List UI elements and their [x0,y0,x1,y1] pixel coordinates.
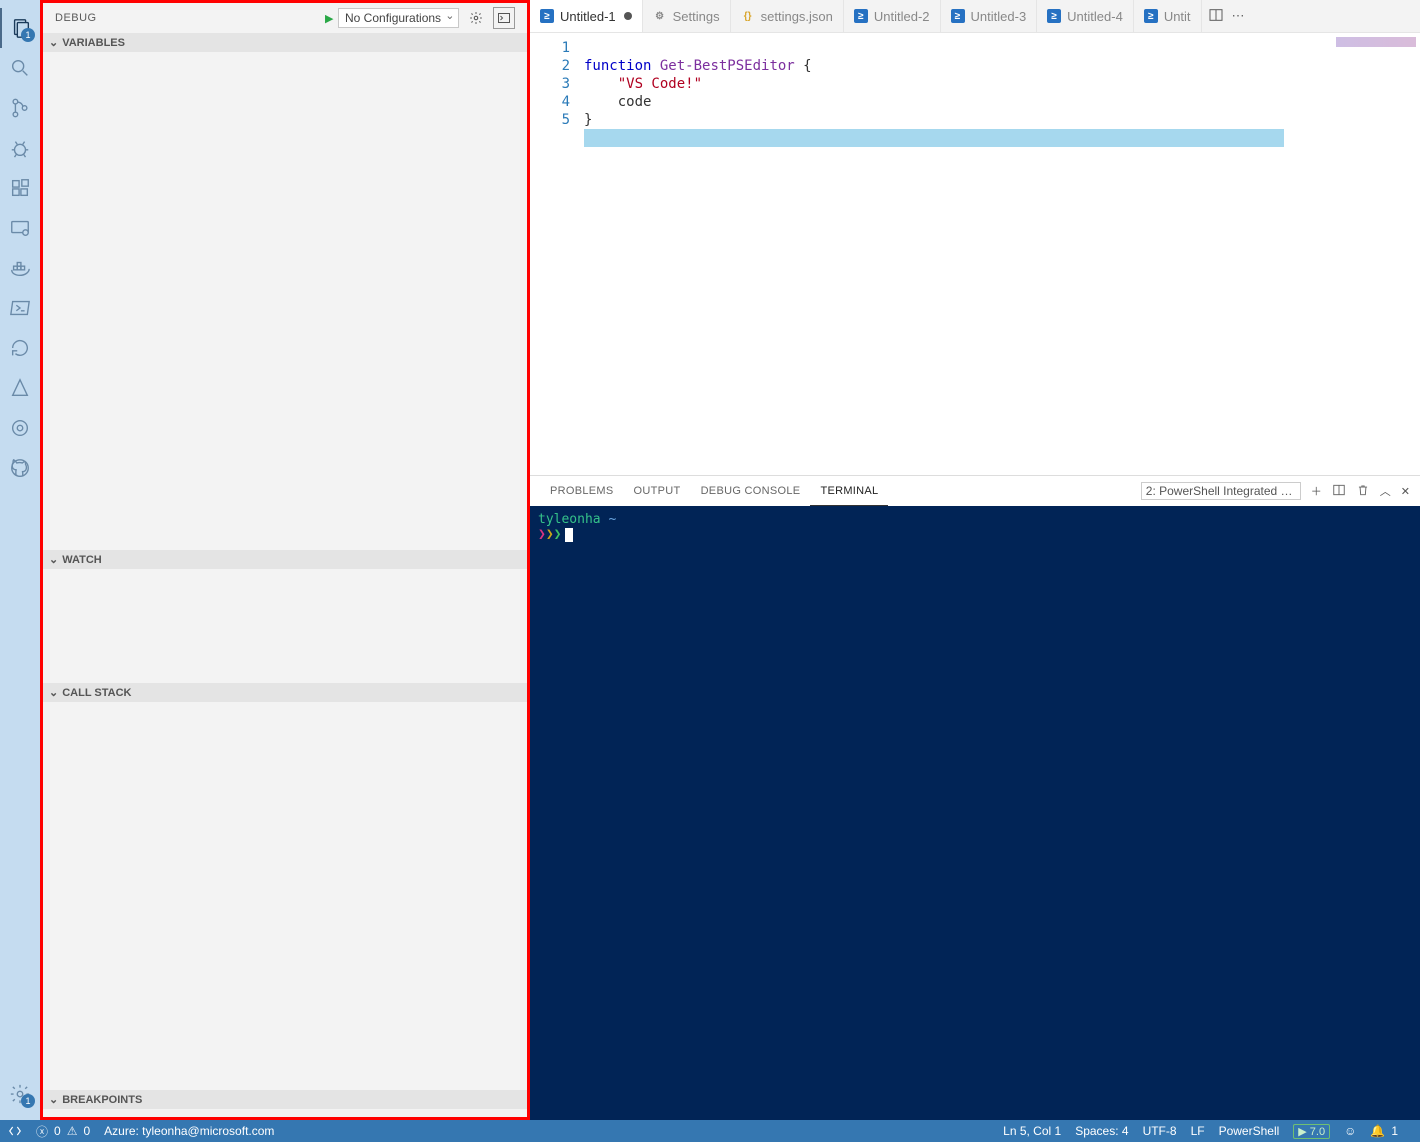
powershell-file-icon: ≥ [1047,9,1061,23]
section-variables[interactable]: ⌄VARIABLES [43,33,527,52]
run-icon[interactable]: ▶ [325,12,334,25]
status-eol[interactable]: LF [1191,1124,1205,1138]
json-file-icon: {} [741,9,755,23]
activity-extensions[interactable] [0,168,40,208]
line-gutter: 1 2 3 4 5 [530,33,580,475]
tab-settings[interactable]: ⚙ Settings [643,0,731,32]
dirty-indicator [624,12,632,20]
new-terminal-icon[interactable]: ＋ [1311,483,1322,499]
terminal-selector[interactable]: 2: PowerShell Integrated Con [1141,482,1301,500]
status-errors[interactable]: ⓧ0 ⚠0 [36,1123,90,1140]
code-content[interactable]: function Get-BestPSEditor { "VS Code!" c… [580,33,1284,475]
activity-powershell[interactable] [0,288,40,328]
status-spaces[interactable]: Spaces: 4 [1075,1124,1128,1138]
more-actions-icon[interactable]: ⋯ [1232,8,1245,24]
status-bar: ⓧ0 ⚠0 Azure: tyleonha@microsoft.com Ln 5… [0,1120,1420,1142]
activity-explorer[interactable]: 1 [0,8,40,48]
powershell-file-icon: ≥ [951,9,965,23]
section-breakpoints[interactable]: ⌄BREAKPOINTS [43,1090,527,1109]
tab-settings-json[interactable]: {} settings.json [731,0,844,32]
powershell-file-icon: ≥ [540,9,554,23]
maximize-panel-icon[interactable]: ︿ [1380,483,1391,499]
activity-bar: 1 [0,0,40,1120]
sidebar-header: DEBUG ▶ No Configurations [43,3,527,33]
activity-azure[interactable] [0,368,40,408]
status-azure[interactable]: Azure: tyleonha@microsoft.com [104,1124,274,1138]
powershell-file-icon: ≥ [1144,9,1158,23]
kill-terminal-icon[interactable] [1356,483,1370,500]
activity-misc[interactable] [0,408,40,448]
split-terminal-icon[interactable] [1332,483,1346,500]
section-callstack[interactable]: ⌄CALL STACK [43,683,527,702]
activity-remote[interactable] [0,208,40,248]
status-ps-version[interactable]: ▶ 7.0 [1293,1124,1330,1139]
status-cursor[interactable]: Ln 5, Col 1 [1003,1124,1061,1138]
tab-untitled-3[interactable]: ≥ Untitled-3 [941,0,1038,32]
activity-refresh[interactable] [0,328,40,368]
status-language[interactable]: PowerShell [1219,1124,1280,1138]
status-feedback-icon[interactable]: ☺ [1344,1124,1356,1138]
tab-untitled-1[interactable]: ≥ Untitled-1 [530,0,643,32]
explorer-badge: 1 [21,28,35,42]
panel-tab-terminal[interactable]: TERMINAL [810,476,888,506]
tab-untitled-overflow[interactable]: ≥ Untit [1134,0,1202,32]
panel-tab-problems[interactable]: PROBLEMS [540,476,624,506]
editor-body[interactable]: 1 2 3 4 5 function Get-BestPSEditor { "V… [530,33,1420,475]
terminal[interactable]: tyleonha ~ ❯❯❯ [530,506,1420,1120]
tab-bar: ≥ Untitled-1 ⚙ Settings {} settings.json… [530,0,1420,33]
configure-gear-icon[interactable] [465,7,487,29]
selection-highlight [584,129,1284,147]
activity-debug[interactable] [0,128,40,168]
status-encoding[interactable]: UTF-8 [1143,1124,1177,1138]
status-notifications[interactable]: 🔔 1 [1370,1124,1398,1138]
tab-untitled-2[interactable]: ≥ Untitled-2 [844,0,941,32]
minimap[interactable] [1336,37,1416,47]
panel-tabs: PROBLEMS OUTPUT DEBUG CONSOLE TERMINAL 2… [530,476,1420,506]
panel-tab-output[interactable]: OUTPUT [624,476,691,506]
close-panel-icon[interactable]: ✕ [1401,485,1410,498]
debug-console-icon[interactable] [493,7,515,29]
sidebar-title: DEBUG [55,12,325,24]
tab-untitled-4[interactable]: ≥ Untitled-4 [1037,0,1134,32]
status-remote[interactable] [8,1124,22,1138]
powershell-file-icon: ≥ [854,9,868,23]
activity-settings[interactable]: 1 [0,1074,40,1114]
activity-docker[interactable] [0,248,40,288]
split-editor-icon[interactable] [1208,7,1224,26]
settings-file-icon: ⚙ [653,9,667,23]
tab-actions: ⋯ [1202,0,1251,32]
terminal-cursor [565,528,573,542]
activity-source-control[interactable] [0,88,40,128]
section-watch[interactable]: ⌄WATCH [43,550,527,569]
activity-search[interactable] [0,48,40,88]
activity-github[interactable] [0,448,40,488]
debug-config-select[interactable]: No Configurations [338,8,459,28]
settings-badge: 1 [21,1094,35,1108]
editor-area: ≥ Untitled-1 ⚙ Settings {} settings.json… [530,0,1420,1120]
panel: PROBLEMS OUTPUT DEBUG CONSOLE TERMINAL 2… [530,475,1420,1120]
panel-tab-debug-console[interactable]: DEBUG CONSOLE [691,476,811,506]
debug-sidebar: DEBUG ▶ No Configurations ⌄VARIABLES [40,0,530,1120]
